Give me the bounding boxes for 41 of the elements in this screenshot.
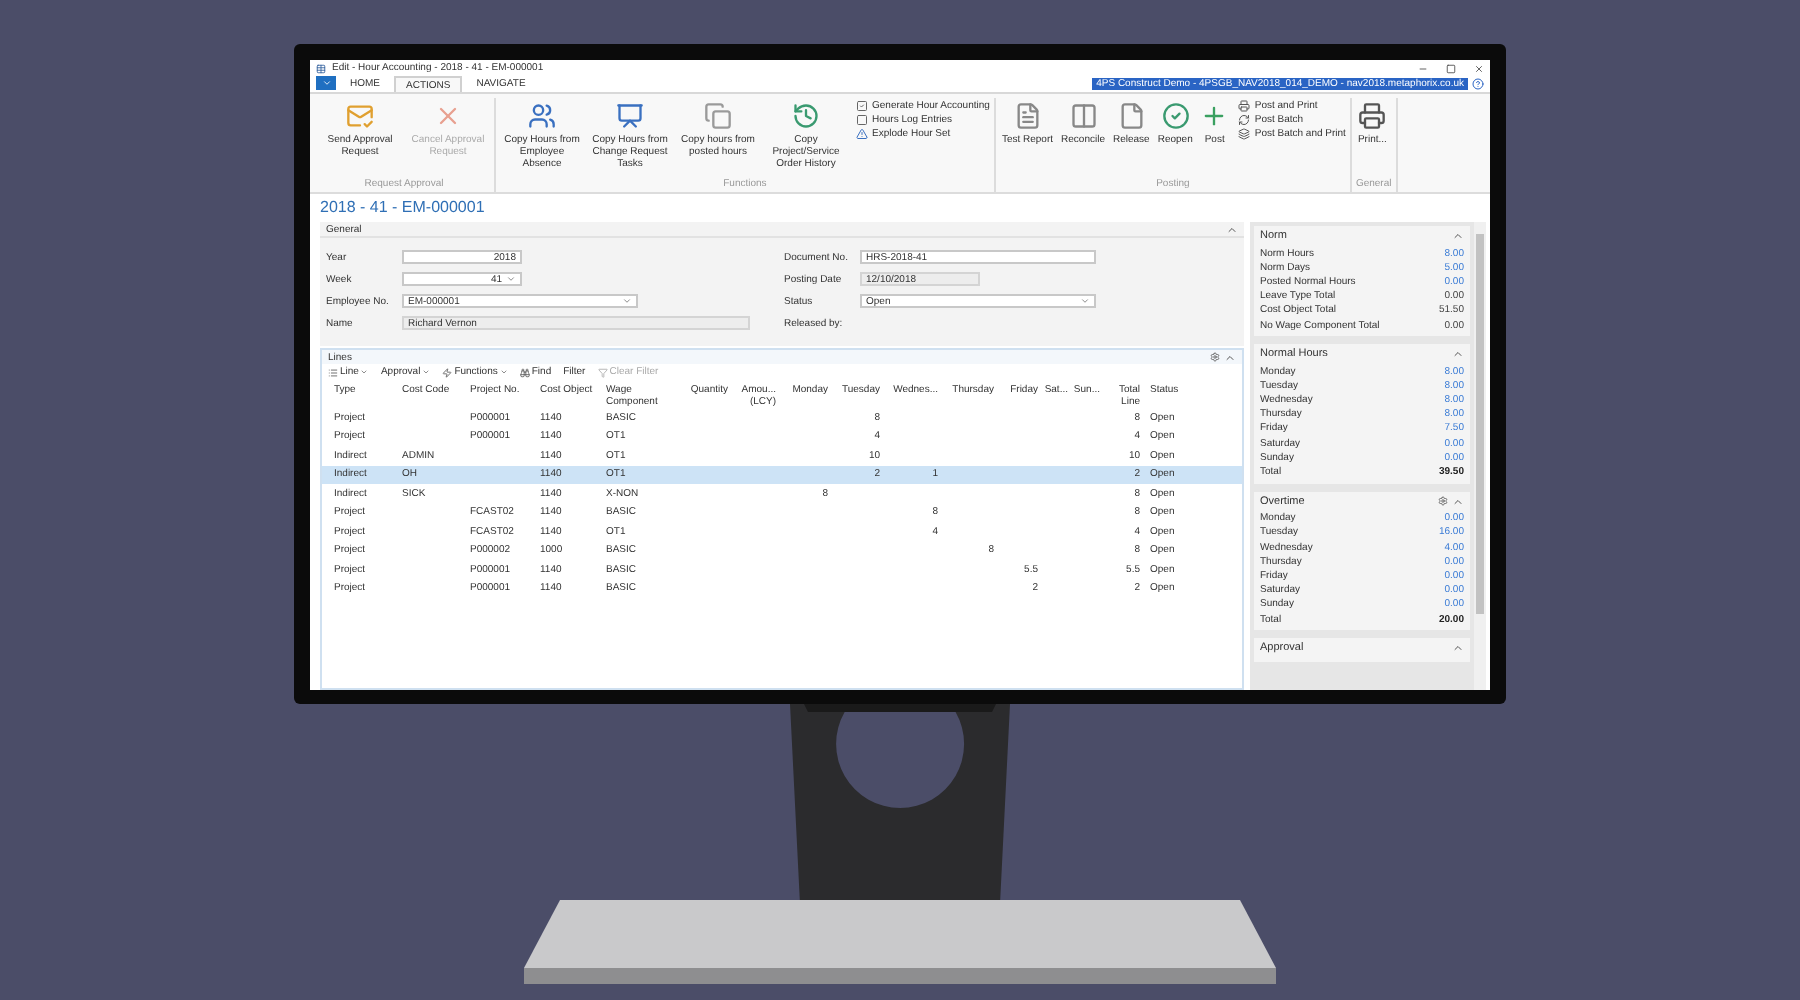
printer-icon — [1358, 102, 1387, 130]
lightning-icon — [442, 367, 453, 377]
collapse-icon[interactable] — [1452, 230, 1464, 242]
help-icon[interactable] — [1472, 78, 1484, 90]
document-icon — [1013, 102, 1042, 130]
collapse-icon[interactable] — [1224, 351, 1236, 363]
refresh-icon — [1238, 114, 1251, 126]
settings-icon[interactable] — [1438, 496, 1448, 507]
collapse-icon[interactable] — [1452, 348, 1464, 361]
plus-icon — [1200, 102, 1229, 130]
square-icon — [856, 114, 868, 126]
caret-icon — [321, 78, 331, 88]
printer-icon — [1238, 100, 1251, 112]
mail-icon — [346, 102, 374, 130]
dropdown-caret-icon — [622, 296, 632, 306]
collapse-icon[interactable] — [1452, 495, 1464, 508]
app-icon — [316, 63, 326, 73]
triangle-icon — [856, 128, 868, 140]
settings-icon[interactable] — [1210, 352, 1220, 362]
page-title: 2018 - 41 - EM-000001 — [320, 198, 485, 216]
collapse-icon[interactable] — [1226, 223, 1238, 235]
x-icon — [434, 102, 462, 130]
check-circle-icon — [1161, 102, 1190, 130]
history-icon — [792, 102, 820, 130]
presentation-icon — [616, 102, 644, 130]
collapse-icon[interactable] — [1452, 642, 1464, 655]
minimize-icon[interactable] — [1418, 63, 1428, 73]
columns-icon — [1069, 102, 1097, 130]
users-icon — [528, 102, 556, 130]
scrollbar[interactable] — [1474, 222, 1486, 690]
dropdown-caret-icon — [506, 274, 516, 284]
list-icon — [328, 367, 338, 377]
copy-icon — [704, 102, 732, 130]
maximize-icon[interactable] — [1446, 63, 1456, 73]
page-icon — [1117, 102, 1146, 130]
checkbox-icon — [856, 100, 868, 112]
binoculars-icon — [519, 367, 530, 377]
filter-icon — [597, 367, 608, 377]
dropdown-caret-icon — [1080, 296, 1090, 306]
app-menu-button[interactable] — [316, 76, 336, 90]
layers-icon — [1238, 128, 1251, 140]
